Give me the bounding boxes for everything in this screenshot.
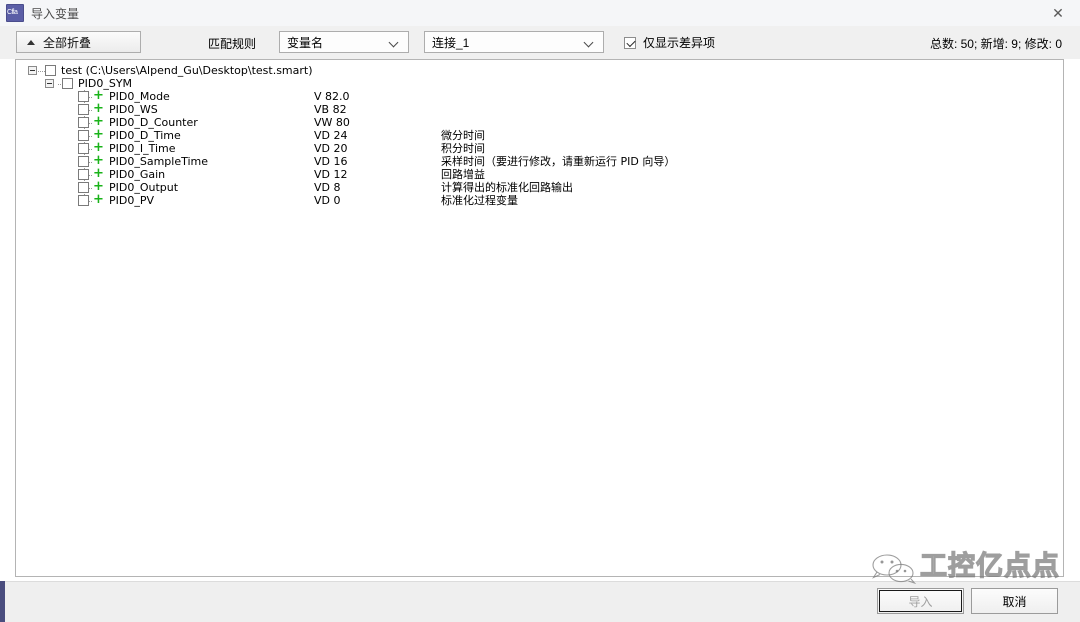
match-rule-dropdown[interactable]: 变量名 (279, 31, 409, 53)
tree-row-label: PID0_I_Time (109, 142, 176, 155)
tree-row-label: PID0_Output (109, 181, 179, 194)
tree-leaf-list: + PID0_Mode V 82.0 + PID0_WS VB 82 + PID0_D_Cou… (16, 89, 1063, 207)
tree-row-label: PID0_SampleTime (109, 155, 209, 168)
expand-collapse-icon[interactable] (28, 66, 37, 75)
tree-row-comment: 积分时间 (441, 142, 485, 155)
chevron-down-icon (390, 38, 399, 47)
match-rule-value: 变量名 (287, 35, 324, 50)
checkbox[interactable] (78, 195, 89, 206)
tree-row-label: PID0_SYM (78, 77, 133, 90)
show-differences-label: 仅显示差异项 (643, 36, 716, 50)
title-bar: 导入变量 ✕ (0, 0, 1080, 27)
tree-row-label: test (C:\Users\Alpend_Gu\Desktop\test.sm… (61, 64, 313, 77)
tree-row-comment: 计算得出的标准化回路输出 (441, 181, 573, 194)
tree-row-address: VD 12 (314, 168, 348, 181)
window-title: 导入变量 (31, 6, 80, 21)
triangle-up-icon (27, 39, 35, 45)
tree-row-address: V 82.0 (314, 90, 350, 103)
tree-row-comment: 采样时间（要进行修改，请重新运行 PID 向导） (441, 155, 676, 168)
tree-row-label: PID0_Mode (109, 90, 170, 103)
checkbox[interactable] (78, 169, 89, 180)
tree-row-comment: 回路增益 (441, 168, 485, 181)
checkbox-box (624, 36, 636, 49)
tree-row-label: PID0_D_Time (109, 129, 181, 142)
tree-row-address: VD 24 (314, 129, 348, 142)
tree-row[interactable]: + PID0_Output VD 8 计算得出的标准化回路输出 (16, 180, 1063, 194)
tree-row[interactable]: + PID0_I_Time VD 20 积分时间 (16, 141, 1063, 155)
tree-row-label: PID0_WS (109, 103, 158, 116)
tree-row-address: VD 20 (314, 142, 348, 155)
plus-icon: + (93, 192, 104, 207)
status-counts: 总数: 50; 新增: 9; 修改: 0 (929, 37, 1062, 51)
tree-row[interactable]: + PID0_PV VD 0 标准化过程变量 (16, 192, 1063, 207)
toolbar: 全部折叠 匹配规则 变量名 连接_1 仅显示差异项 总数: 50; 新增: 9;… (0, 26, 1080, 59)
collapse-all-label: 全部折叠 (43, 35, 92, 50)
tree-row-address: VD 16 (314, 155, 348, 168)
variable-tree-panel[interactable]: test (C:\Users\Alpend_Gu\Desktop\test.sm… (15, 59, 1064, 577)
connection-value: 连接_1 (432, 35, 470, 50)
tree-row-root[interactable]: test (C:\Users\Alpend_Gu\Desktop\test.sm… (16, 64, 1063, 77)
checkbox[interactable] (45, 65, 56, 76)
tree-row-group[interactable]: PID0_SYM (16, 77, 1063, 90)
checkbox[interactable] (78, 117, 89, 128)
close-icon[interactable]: ✕ (1036, 0, 1080, 25)
tree-row[interactable]: + PID0_WS VB 82 (16, 102, 1063, 116)
expand-collapse-icon[interactable] (45, 79, 54, 88)
show-differences-checkbox[interactable]: 仅显示差异项 (624, 34, 715, 51)
checkbox[interactable] (78, 182, 89, 193)
checkbox[interactable] (78, 143, 89, 154)
tree-row-label: PID0_Gain (109, 168, 166, 181)
match-rule-label: 匹配规则 (208, 37, 257, 51)
tree-row-label: PID0_PV (109, 194, 155, 207)
cancel-button[interactable]: 取消 (971, 588, 1058, 614)
tree-row-address: VW 80 (314, 116, 350, 129)
import-button[interactable]: 导入 (877, 588, 964, 614)
checkbox[interactable] (78, 91, 89, 102)
chevron-down-icon (585, 38, 594, 47)
tree-row-address: VD 8 (314, 181, 341, 194)
tree-row[interactable]: + PID0_Gain VD 12 回路增益 (16, 167, 1063, 181)
tree-row-comment: 微分时间 (441, 129, 485, 142)
checkbox[interactable] (78, 156, 89, 167)
checkbox[interactable] (78, 104, 89, 115)
tree-row[interactable]: + PID0_D_Time VD 24 微分时间 (16, 128, 1063, 142)
tree-row[interactable]: + PID0_SampleTime VD 16 采样时间（要进行修改，请重新运行 PI… (16, 154, 1063, 168)
checkbox[interactable] (78, 130, 89, 141)
tree-row[interactable]: + PID0_D_Counter VW 80 (16, 115, 1063, 129)
app-icon (6, 4, 24, 22)
footer-bar: 导入 取消 (0, 581, 1080, 622)
tree-row-label: PID0_D_Counter (109, 116, 198, 129)
tree-row-address: VB 82 (314, 103, 347, 116)
checkbox[interactable] (62, 78, 73, 89)
tree-row[interactable]: + PID0_Mode V 82.0 (16, 89, 1063, 103)
tree-row-comment: 标准化过程变量 (441, 194, 518, 207)
tree-row-address: VD 0 (314, 194, 341, 207)
collapse-all-button[interactable]: 全部折叠 (16, 31, 141, 53)
connection-dropdown[interactable]: 连接_1 (424, 31, 604, 53)
